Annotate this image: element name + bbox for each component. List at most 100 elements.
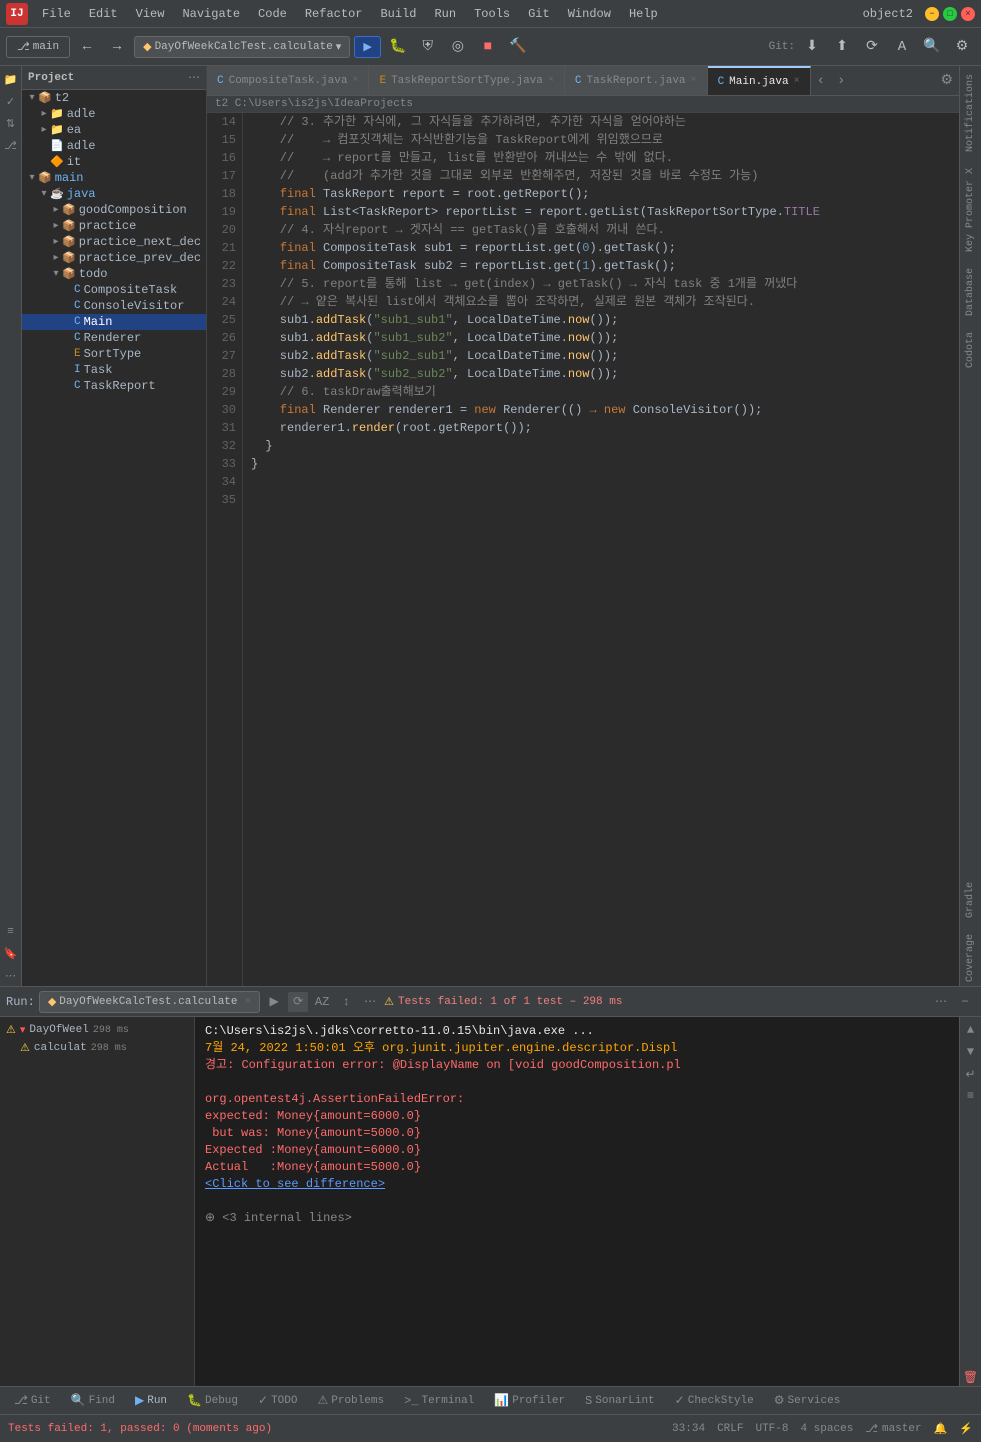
debug-button[interactable]: 🐛: [385, 34, 411, 60]
sidebar-gradle[interactable]: Gradle: [963, 878, 978, 922]
tab-nav-left[interactable]: ‹: [811, 73, 831, 89]
status-indent[interactable]: 4 spaces: [800, 1423, 853, 1435]
run-button[interactable]: ▶: [354, 36, 380, 58]
tool-profiler[interactable]: 📊 Profiler: [486, 1391, 573, 1410]
menu-view[interactable]: View: [128, 5, 173, 23]
sidebar-pull-requests-icon[interactable]: ⇅: [1, 114, 21, 134]
code-editor[interactable]: 14151617 18192021 22232425 26272829 3031…: [207, 113, 959, 986]
tab-taskreport[interactable]: C TaskReport.java ×: [565, 66, 708, 96]
status-line-ending[interactable]: CRLF: [717, 1423, 743, 1435]
tool-todo[interactable]: ✓ TODO: [250, 1391, 305, 1410]
console-output[interactable]: C:\Users\is2js\.jdks\corretto-11.0.15\bi…: [195, 1017, 959, 1386]
close-button[interactable]: ×: [961, 7, 975, 21]
tree-item-java[interactable]: ▾ ☕ java: [22, 186, 206, 202]
status-position[interactable]: 33:34: [672, 1423, 705, 1435]
status-power[interactable]: ⚡: [959, 1422, 973, 1436]
console-line-internal[interactable]: ⊕ <3 internal lines>: [205, 1210, 949, 1227]
tree-item-taskreport[interactable]: C TaskReport: [22, 378, 206, 394]
tab-close-compositetask[interactable]: ×: [352, 75, 358, 86]
sidebar-structure-icon[interactable]: ≡: [1, 922, 21, 942]
toolbar-navigate-fwd[interactable]: →: [104, 34, 130, 60]
profile-button[interactable]: ◎: [445, 34, 471, 60]
scroll-down-btn[interactable]: ▼: [962, 1043, 980, 1061]
tree-item-task[interactable]: I Task: [22, 362, 206, 378]
tool-sonarlint[interactable]: S SonarLint: [577, 1392, 663, 1410]
console-settings-btn[interactable]: ≡: [962, 1087, 980, 1105]
tab-main[interactable]: C Main.java ×: [708, 66, 811, 96]
scroll-up-btn[interactable]: ▲: [962, 1021, 980, 1039]
menu-edit[interactable]: Edit: [81, 5, 126, 23]
sidebar-git-icon[interactable]: ⎇: [1, 136, 21, 156]
menu-window[interactable]: Window: [560, 5, 619, 23]
stop-button[interactable]: ■: [475, 34, 501, 60]
tab-close-taskreportsorttype[interactable]: ×: [548, 75, 554, 86]
tool-terminal[interactable]: >_ Terminal: [396, 1392, 482, 1410]
sidebar-notifications[interactable]: Notifications: [963, 70, 978, 156]
sidebar-bookmarks-icon[interactable]: 🔖: [1, 944, 21, 964]
sidebar-project-icon[interactable]: 📁: [1, 70, 21, 90]
tree-item-practice[interactable]: ▸ 📦 practice: [22, 218, 206, 234]
sidebar-coverage[interactable]: Coverage: [963, 930, 978, 986]
tree-item-adle1[interactable]: ▸ 📁 adle: [22, 106, 206, 122]
filter-btn[interactable]: AZ: [312, 992, 332, 1012]
tab-compositetask[interactable]: C CompositeTask.java ×: [207, 66, 369, 96]
menu-git[interactable]: Git: [520, 5, 558, 23]
menu-navigate[interactable]: Navigate: [174, 5, 248, 23]
sidebar-more-icon[interactable]: ⋯: [1, 966, 21, 986]
tree-item-main-class[interactable]: C Main: [22, 314, 206, 330]
tree-item-main[interactable]: ▾ 📦 main: [22, 170, 206, 186]
git-fetch[interactable]: ⬇: [799, 34, 825, 60]
tree-item-composite[interactable]: C CompositeTask: [22, 282, 206, 298]
run-panel-minimize[interactable]: −: [955, 992, 975, 1012]
tree-item-goodComp[interactable]: ▸ 📦 goodComposition: [22, 202, 206, 218]
git-push[interactable]: ⬆: [829, 34, 855, 60]
maximize-button[interactable]: □: [943, 7, 957, 21]
tree-item-console[interactable]: C ConsoleVisitor: [22, 298, 206, 314]
menu-file[interactable]: File: [34, 5, 79, 23]
tab-settings[interactable]: ⚙: [934, 72, 959, 89]
tab-taskreportsorttype[interactable]: E TaskReportSortType.java ×: [369, 66, 564, 96]
tree-item-adle2[interactable]: 📄 adle: [22, 138, 206, 154]
tree-item-todo[interactable]: ▾ 📦 todo: [22, 266, 206, 282]
tool-git[interactable]: ⎇ Git: [6, 1391, 59, 1410]
tool-find[interactable]: 🔍 Find: [63, 1391, 123, 1410]
branch-selector[interactable]: ⎇ main: [6, 36, 70, 58]
run-panel-menu[interactable]: ⋯: [931, 992, 951, 1012]
minimize-button[interactable]: −: [925, 7, 939, 21]
tool-problems[interactable]: ⚠ Problems: [309, 1391, 392, 1410]
tool-debug[interactable]: 🐛 Debug: [179, 1391, 246, 1410]
tree-header-menu[interactable]: ⋯: [188, 70, 200, 85]
tool-services[interactable]: ⚙ Services: [766, 1391, 849, 1410]
sort-btn[interactable]: ↕: [336, 992, 356, 1012]
menu-help[interactable]: Help: [621, 5, 666, 23]
toolbar-navigate-back[interactable]: ←: [74, 34, 100, 60]
status-test-result[interactable]: Tests failed: 1, passed: 0 (moments ago): [8, 1423, 272, 1435]
status-charset[interactable]: UTF-8: [755, 1423, 788, 1435]
menu-tools[interactable]: Tools: [466, 5, 518, 23]
sidebar-commit-icon[interactable]: ✓: [1, 92, 21, 112]
menu-build[interactable]: Build: [372, 5, 424, 23]
tool-run[interactable]: ▶ Run: [127, 1391, 175, 1410]
clear-console-btn[interactable]: 🗑: [962, 1368, 980, 1386]
tree-item-it[interactable]: 🔶 it: [22, 154, 206, 170]
code-content[interactable]: // 3. 추가한 자식에, 그 자식들을 추가하려면, 추가한 자식을 얻어야…: [243, 113, 959, 986]
tree-item-ea[interactable]: ▸ 📁 ea: [22, 122, 206, 138]
translate-btn[interactable]: A: [889, 34, 915, 60]
tree-item-sorttype[interactable]: E SortType: [22, 346, 206, 362]
status-branch[interactable]: ⎇ master: [865, 1422, 921, 1436]
tab-close-run[interactable]: ×: [245, 996, 252, 1008]
run-config-selector[interactable]: ◆ DayOfWeekCalcTest.calculate ▾: [134, 36, 350, 58]
tool-checkstyle[interactable]: ✓ CheckStyle: [667, 1391, 762, 1410]
tree-item-root[interactable]: ▾ 📦 t2: [22, 90, 206, 106]
sidebar-key-promoter[interactable]: Key Promoter X: [963, 164, 978, 256]
coverage-button[interactable]: ⛨: [415, 34, 441, 60]
sidebar-database[interactable]: Database: [963, 264, 978, 320]
git-history[interactable]: ⟳: [859, 34, 885, 60]
run-config-tab[interactable]: ◆ DayOfWeekCalcTest.calculate ×: [39, 991, 260, 1013]
menu-refactor[interactable]: Refactor: [297, 5, 371, 23]
tree-item-renderer[interactable]: C Renderer: [22, 330, 206, 346]
rerun-btn[interactable]: ⟳: [288, 992, 308, 1012]
menu-run[interactable]: Run: [426, 5, 464, 23]
soft-wrap-btn[interactable]: ↵: [962, 1065, 980, 1083]
test-item-dayofweel[interactable]: ⚠ ▾ DayOfWeel 298 ms: [0, 1021, 194, 1039]
